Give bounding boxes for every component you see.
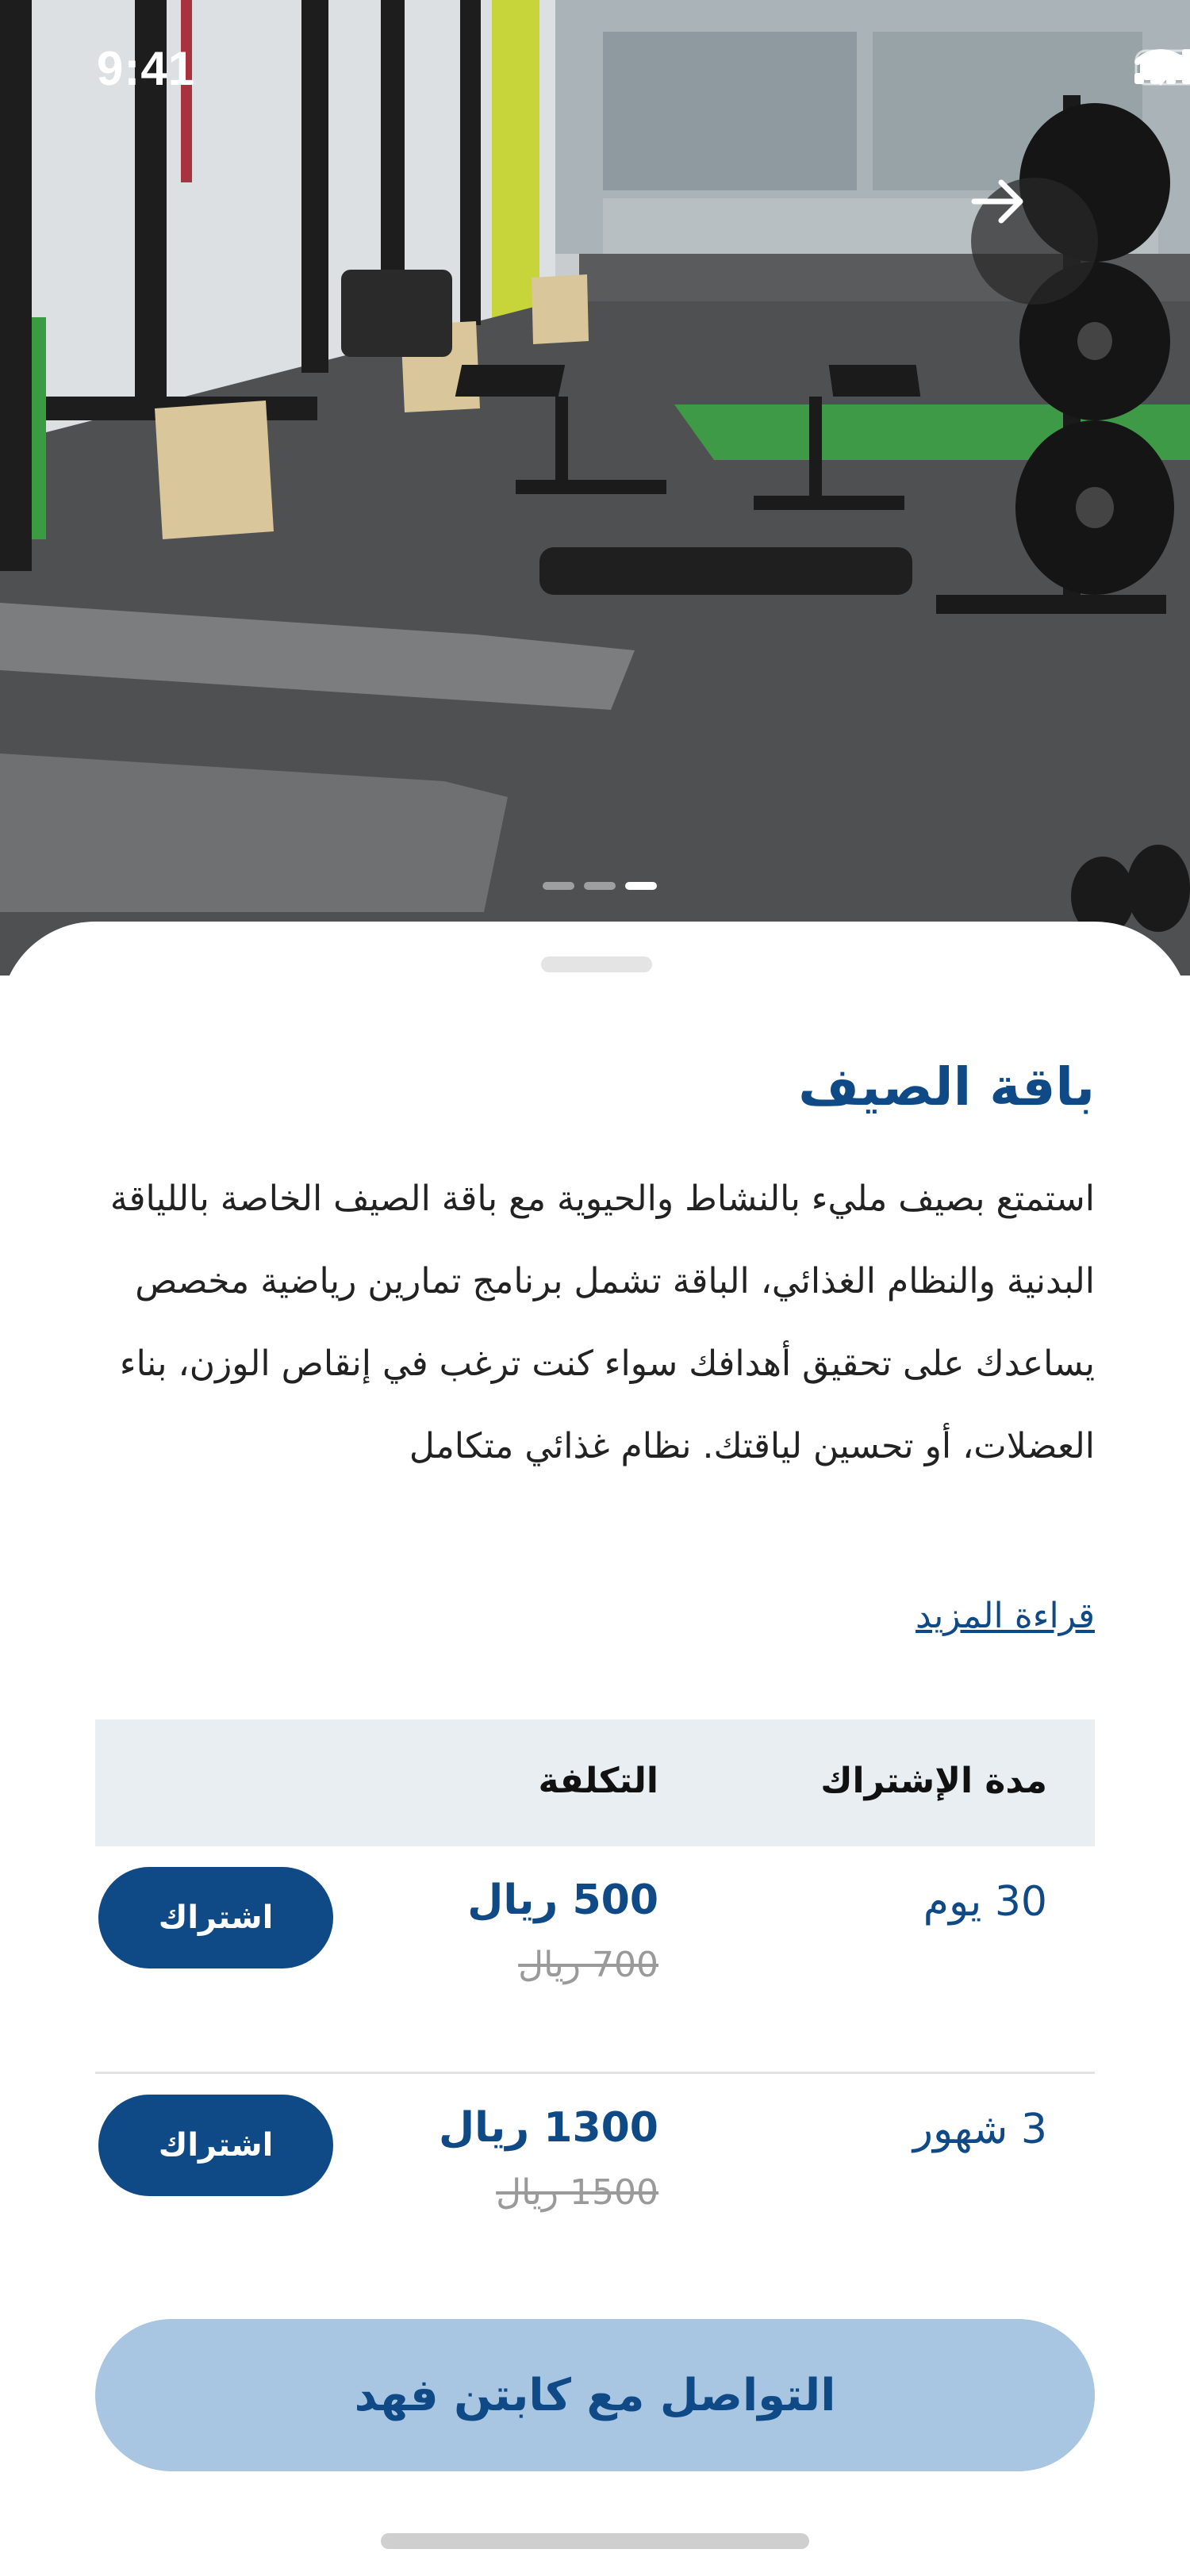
subscription-price: 500 ريال [467, 1876, 658, 1924]
table-row: 3 شهور 1300 ريال 1500 ريال اشتراك [95, 2074, 1095, 2299]
sheet-grabber[interactable] [541, 956, 652, 972]
package-description: استمتع بصيف مليء بالنشاط والحيوية مع باق… [109, 1179, 1095, 1466]
arrow-right-icon [971, 179, 1023, 224]
home-indicator[interactable] [381, 2533, 809, 2549]
status-bar: 9:41 [0, 0, 1190, 143]
package-details-sheet: باقة الصيف استمتع بصيف مليء بالنشاط والح… [0, 922, 1190, 2576]
original-price: 700 ريال [518, 1945, 658, 1985]
subscription-duration: 30 يوم [923, 1878, 1047, 1926]
page-dot-active[interactable] [625, 882, 657, 890]
pricing-table-header: مدة الإشتراك التكلفة [95, 1719, 1095, 1846]
header-duration: مدة الإشتراك [820, 1761, 1047, 1801]
package-title: باقة الصيف [798, 1056, 1095, 1117]
carousel-page-indicator [543, 882, 657, 890]
subscribe-button[interactable]: اشتراك [98, 1867, 333, 1968]
page-dot[interactable] [543, 882, 574, 890]
gym-photo [0, 0, 1190, 976]
contact-coach-button[interactable]: التواصل مع كابتن فهد [95, 2319, 1095, 2471]
page-dot[interactable] [584, 882, 616, 890]
header-cost: التكلفة [538, 1761, 658, 1801]
subscribe-button[interactable]: اشتراك [98, 2095, 333, 2196]
read-more-link[interactable]: قراءة المزيد [916, 1596, 1095, 1636]
next-image-button[interactable] [971, 178, 1098, 305]
status-time: 9:41 [97, 42, 196, 95]
battery-icon [1134, 49, 1190, 86]
subscription-price: 1300 ريال [439, 2104, 658, 2152]
subscription-duration: 3 شهور [912, 2106, 1047, 2153]
table-row: 30 يوم 500 ريال 700 ريال اشتراك [95, 1846, 1095, 2074]
gym-photo-carousel[interactable]: 9:41 [0, 0, 1190, 976]
original-price: 1500 ريال [496, 2172, 658, 2213]
